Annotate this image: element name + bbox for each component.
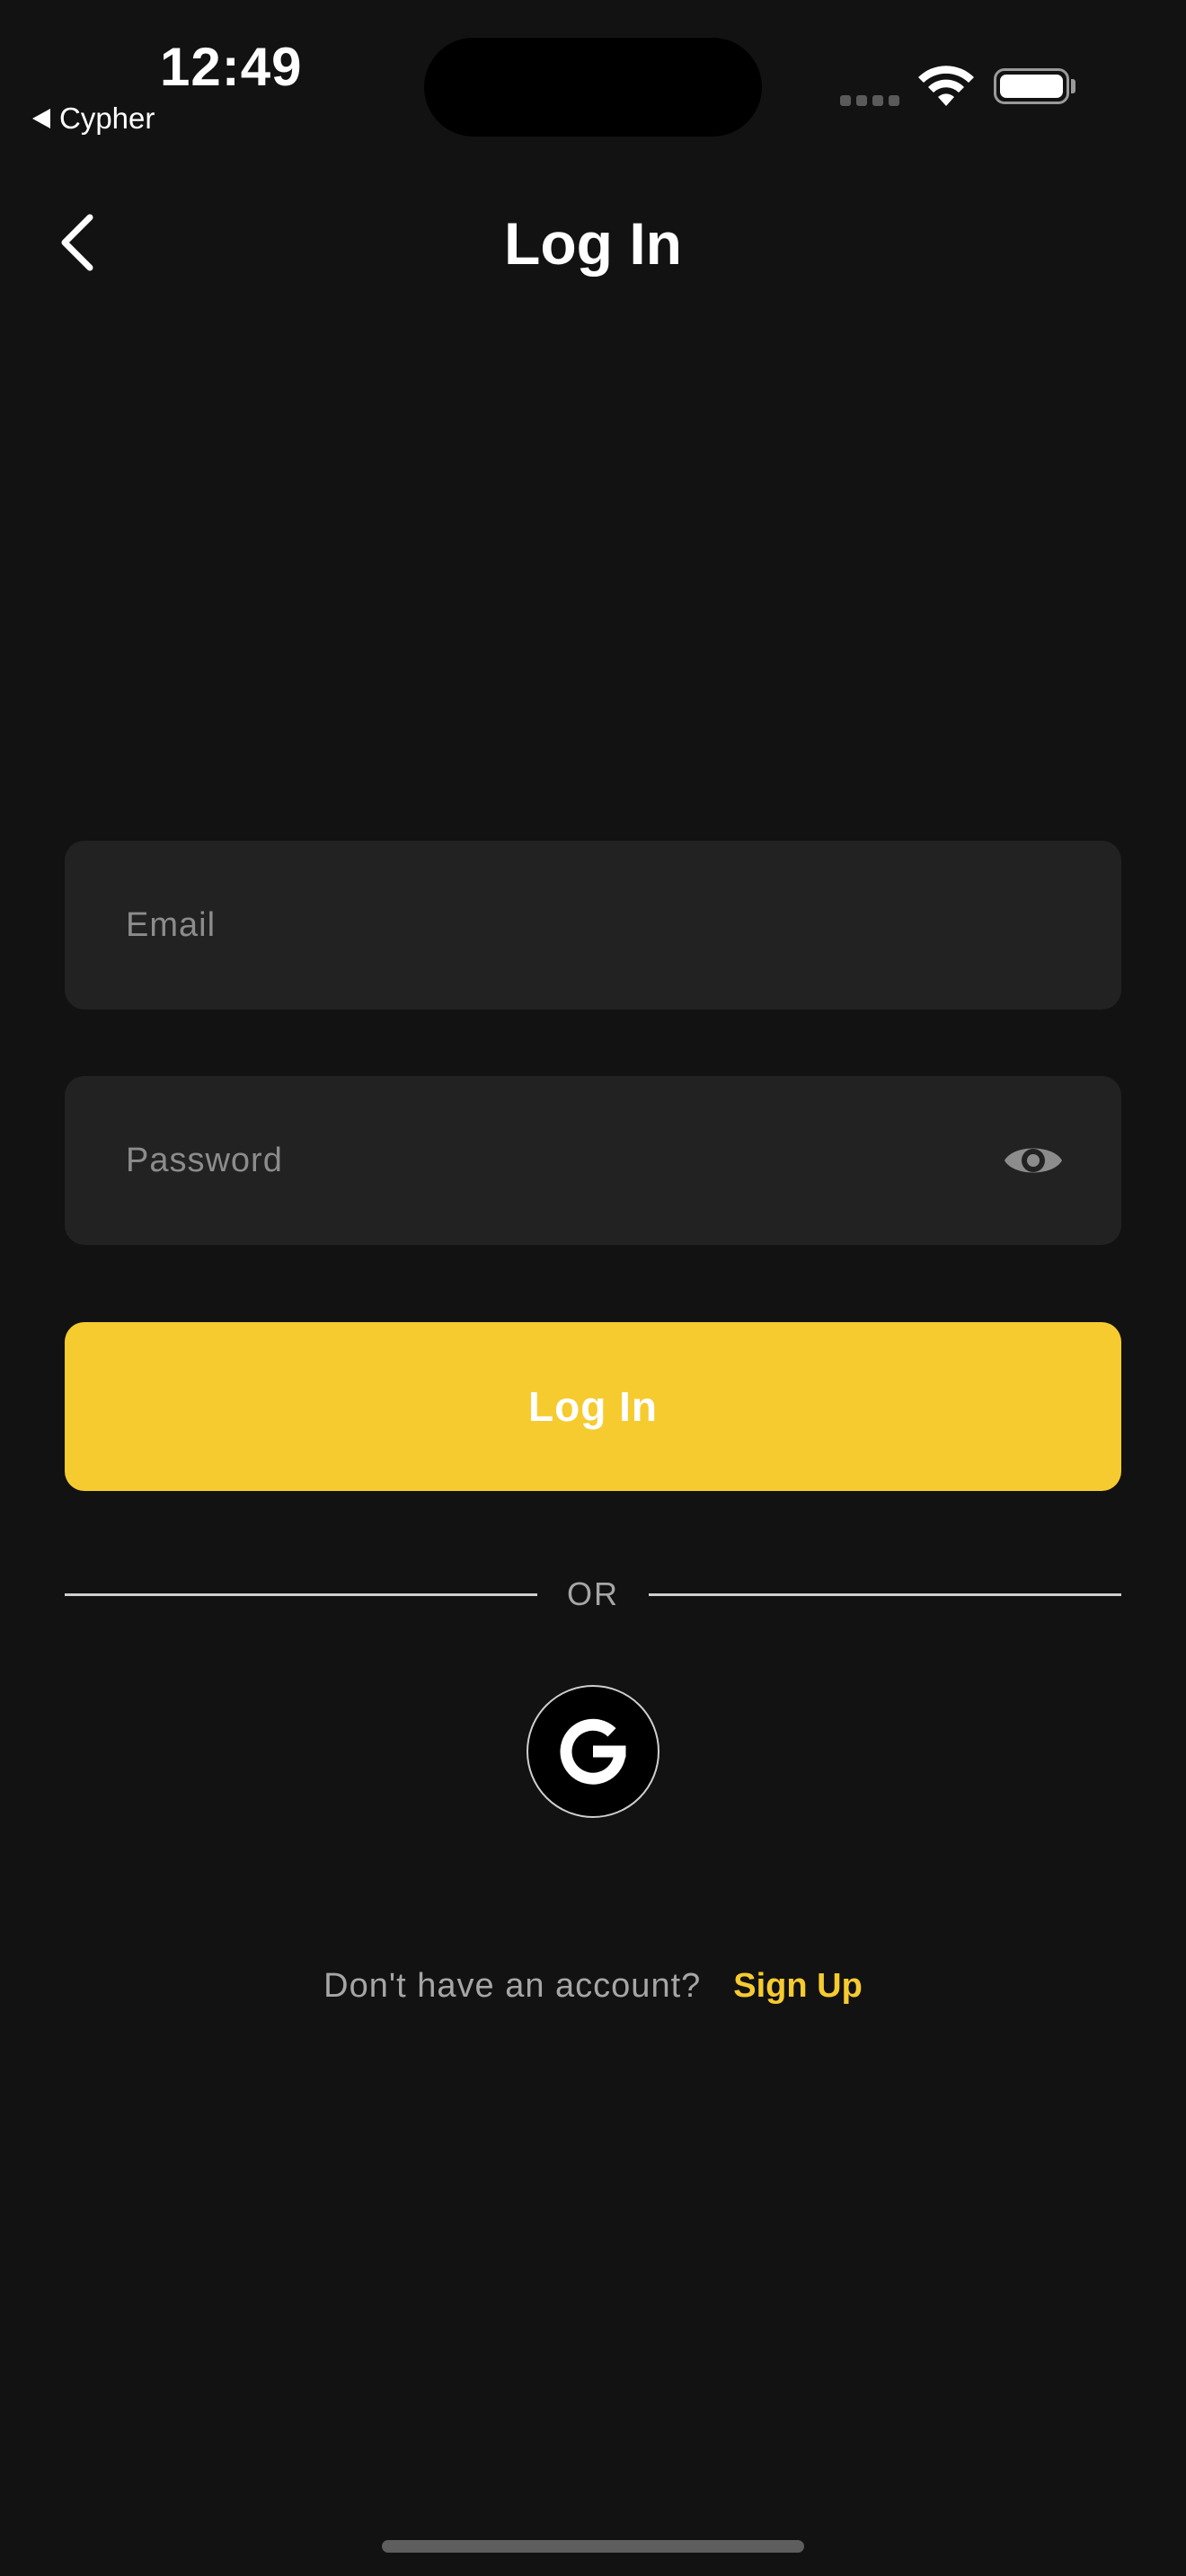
page-title: Log In bbox=[504, 210, 682, 277]
battery-icon bbox=[994, 68, 1069, 104]
password-field[interactable] bbox=[126, 1141, 1003, 1180]
email-field[interactable] bbox=[126, 905, 1060, 945]
back-to-app-label: Cypher bbox=[59, 101, 155, 135]
divider-line-left bbox=[65, 1593, 537, 1596]
back-triangle-icon bbox=[32, 109, 50, 128]
home-indicator[interactable] bbox=[382, 2540, 804, 2553]
back-to-app-link[interactable]: Cypher bbox=[32, 101, 155, 137]
wifi-icon bbox=[918, 66, 974, 106]
status-time: 12:49 bbox=[160, 37, 303, 97]
battery-cap bbox=[1071, 79, 1075, 93]
dynamic-island bbox=[424, 38, 762, 137]
divider-or-label: OR bbox=[567, 1575, 619, 1612]
eye-icon[interactable] bbox=[1003, 1138, 1064, 1183]
google-signin-button[interactable] bbox=[527, 1685, 659, 1818]
signup-prompt-row: Don't have an account? Sign Up bbox=[0, 1963, 1186, 2008]
signup-link[interactable]: Sign Up bbox=[733, 1963, 863, 2008]
signup-prompt-text: Don't have an account? bbox=[323, 1967, 702, 2005]
divider-line-right bbox=[649, 1593, 1121, 1596]
google-icon bbox=[560, 1718, 626, 1785]
email-field-container bbox=[65, 841, 1121, 1010]
login-button[interactable]: Log In bbox=[65, 1322, 1121, 1491]
cellular-signal-icon bbox=[840, 95, 899, 106]
password-field-container bbox=[65, 1076, 1121, 1245]
